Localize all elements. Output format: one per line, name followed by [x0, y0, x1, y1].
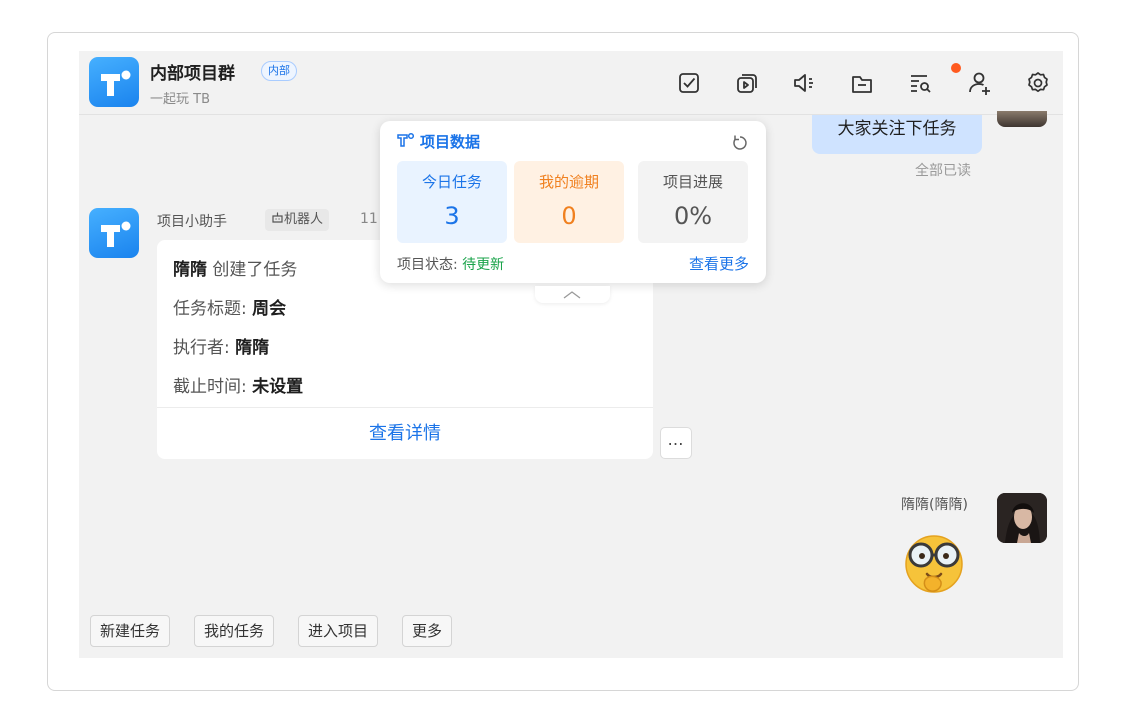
notification-dot [951, 63, 961, 73]
task-title-value: 周会 [252, 299, 287, 319]
stat-project-progress[interactable]: 项目进展 0% [638, 161, 748, 243]
stat-overdue-label: 我的逾期 [538, 173, 599, 191]
task-assignee-row: 执行者: 隋隋 [173, 333, 269, 358]
enter-project-button[interactable]: 进入项目 [298, 615, 379, 647]
speaker-icon[interactable] [789, 68, 819, 98]
bot-avatar[interactable] [89, 208, 139, 258]
bot-sender-name: 项目小助手 [157, 214, 227, 230]
task-check-icon[interactable] [674, 68, 704, 98]
refresh-icon[interactable] [730, 133, 750, 153]
task-title-row: 任务标题: 周会 [173, 294, 286, 319]
stat-overdue-value: 0 [561, 202, 577, 230]
user-avatar[interactable] [997, 493, 1047, 543]
teambition-logo-icon [101, 221, 131, 247]
project-status: 项目状态: 待更新 [397, 254, 504, 274]
popup-title: 项目数据 [420, 133, 481, 151]
teambition-logo-icon [397, 132, 415, 147]
group-title: 内部项目群 [150, 64, 235, 84]
media-play-icon[interactable] [732, 68, 762, 98]
message-more-button[interactable]: … [660, 427, 692, 459]
task-action: 创建了任务 [212, 260, 298, 280]
task-due-label: 截止时间: [173, 377, 247, 397]
robot-icon [272, 212, 283, 223]
task-created-line: 隋隋 创建了任务 [173, 255, 297, 280]
chat-header: 内部项目群 内部 一起玩 TB [79, 51, 1063, 115]
bot-message-time: 11 [360, 211, 378, 227]
more-actions-button[interactable]: 更多 [402, 615, 453, 647]
collapse-popup-tab[interactable] [535, 286, 610, 303]
settings-icon[interactable] [1023, 68, 1053, 98]
task-due-row: 截止时间: 未设置 [173, 372, 303, 397]
stat-today-label: 今日任务 [421, 173, 482, 191]
project-status-value: 待更新 [462, 257, 505, 273]
teambition-logo-icon [101, 70, 131, 96]
task-assignee-value: 隋隋 [235, 338, 270, 358]
task-due-value: 未设置 [252, 377, 304, 397]
chevron-up-icon [563, 291, 581, 299]
my-tasks-button[interactable]: 我的任务 [194, 615, 275, 647]
read-status[interactable]: 全部已读 [915, 160, 971, 180]
add-member-icon[interactable] [965, 68, 995, 98]
search-list-icon[interactable] [905, 68, 935, 98]
robot-tag: 机器人 [265, 209, 330, 231]
stat-today-tasks[interactable]: 今日任务 3 [397, 161, 507, 243]
stat-my-overdue[interactable]: 我的逾期 0 [514, 161, 624, 243]
user-sender-name: 隋隋(隋隋) [901, 497, 968, 513]
project-data-popup: 项目数据 今日任务 3 我的逾期 0 项目进展 0% 项目状态: 待更新 查看更… [380, 121, 766, 283]
stat-today-value: 3 [444, 202, 460, 230]
folder-icon[interactable] [847, 68, 877, 98]
my-avatar[interactable] [997, 111, 1047, 127]
task-assignee-label: 执行者: [173, 338, 230, 358]
robot-tag-label: 机器人 [284, 212, 324, 227]
group-logo [89, 57, 139, 107]
internal-badge: 内部 [261, 61, 297, 81]
project-status-label: 项目状态: [397, 257, 458, 273]
group-subtitle: 一起玩 TB [150, 92, 210, 107]
avatar-portrait-icon [997, 493, 1047, 543]
view-more-link[interactable]: 查看更多 [689, 253, 749, 274]
stat-progress-value: 0% [673, 202, 713, 230]
view-details-link[interactable]: 查看详情 [157, 408, 653, 459]
stat-progress-label: 项目进展 [662, 173, 723, 191]
new-task-button[interactable]: 新建任务 [90, 615, 171, 647]
nerd-emoji-icon [899, 528, 969, 596]
my-message-bubble[interactable]: 大家关注下任务 [812, 115, 982, 154]
task-actor: 隋隋 [173, 260, 207, 280]
task-title-label: 任务标题: [173, 299, 247, 319]
